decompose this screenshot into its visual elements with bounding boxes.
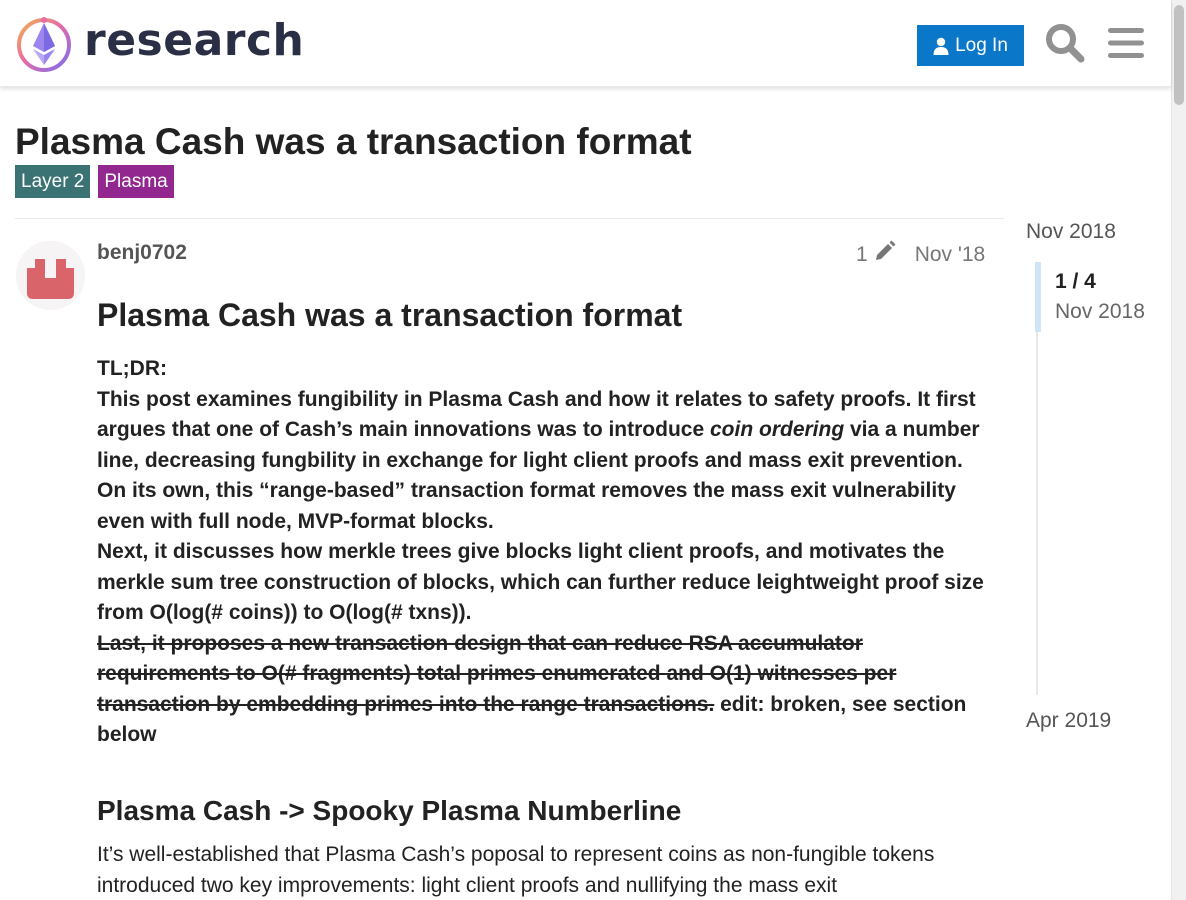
topic-tags: Layer 2 Plasma bbox=[15, 165, 174, 198]
timeline-start-date[interactable]: Nov 2018 bbox=[1026, 220, 1116, 244]
user-avatar-icon bbox=[16, 241, 85, 310]
ethereum-research-logo-icon bbox=[17, 17, 71, 72]
user-icon bbox=[933, 37, 949, 55]
site-header: research Log In bbox=[0, 0, 1171, 87]
topic-title[interactable]: Plasma Cash was a transaction format bbox=[15, 120, 692, 164]
search-icon[interactable] bbox=[1042, 20, 1088, 66]
post-body: Plasma Cash was a transaction format TL;… bbox=[97, 295, 992, 900]
tldr-paragraph-1: This post examines fungibility in Plasma… bbox=[97, 385, 992, 538]
tldr-p1-emphasis: coin ordering bbox=[709, 418, 845, 441]
page-scrollbar[interactable] bbox=[1171, 0, 1186, 900]
post-heading: Plasma Cash was a transaction format bbox=[97, 297, 683, 333]
tldr-paragraph-2: Next, it discusses how merkle trees give… bbox=[97, 540, 984, 624]
scrollbar-thumb[interactable] bbox=[1174, 5, 1184, 105]
post-username[interactable]: benj0702 bbox=[97, 240, 187, 266]
tldr-paragraph-3: Last, it proposes a new transaction desi… bbox=[97, 629, 992, 751]
login-button[interactable]: Log In bbox=[917, 25, 1024, 66]
avatar[interactable] bbox=[16, 241, 85, 310]
login-button-label: Log In bbox=[955, 34, 1008, 56]
timeline-position-date: Nov 2018 bbox=[1055, 300, 1145, 323]
divider bbox=[15, 218, 1004, 219]
post-meta: 1 Nov '18 bbox=[856, 240, 985, 269]
tag-layer-2[interactable]: Layer 2 bbox=[15, 165, 91, 198]
site-logo-text: research bbox=[84, 15, 305, 66]
section-heading: Plasma Cash -> Spooky Plasma Numberline bbox=[97, 794, 682, 826]
post-date[interactable]: Nov '18 bbox=[915, 242, 986, 268]
pencil-icon bbox=[874, 240, 896, 269]
site-logo[interactable]: research bbox=[16, 14, 304, 74]
tag-plasma[interactable]: Plasma bbox=[98, 165, 174, 198]
section-paragraph: It’s well-established that Plasma Cash’s… bbox=[97, 842, 935, 897]
edit-count: 1 bbox=[856, 242, 868, 266]
timeline-position: 1 / 4 bbox=[1055, 270, 1096, 293]
timeline-end-date[interactable]: Apr 2019 bbox=[1026, 709, 1111, 733]
tldr-label: TL;DR: bbox=[97, 357, 167, 380]
tldr-block: TL;DR: This post examines fungibility in… bbox=[97, 354, 992, 751]
hamburger-menu-icon[interactable] bbox=[1103, 20, 1149, 66]
timeline-handle[interactable] bbox=[1035, 262, 1041, 332]
post-edits[interactable]: 1 bbox=[856, 240, 896, 269]
